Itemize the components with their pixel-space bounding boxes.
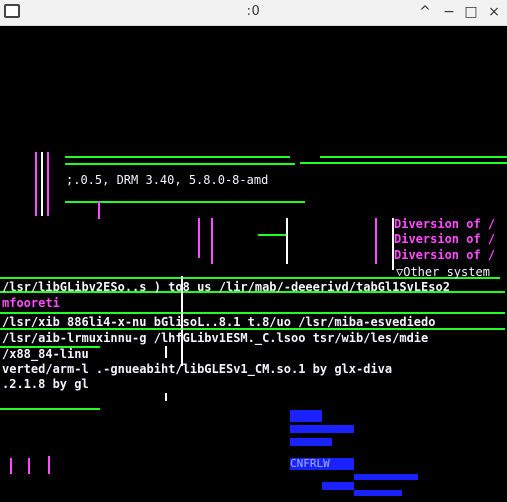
glitch-line (320, 156, 507, 158)
diversion-line: Diversion of / (394, 232, 496, 246)
glitch-line (65, 156, 290, 158)
glitch-line (300, 162, 507, 164)
minimize-button[interactable]: − (440, 3, 458, 21)
version-text: ;.0.5, DRM 3.40, 5.8.0-8-amd (66, 173, 269, 187)
glitch-bar (48, 456, 50, 474)
glitch-block (290, 438, 332, 446)
glitch-block (354, 474, 418, 480)
glitch-block: CNFRLW (290, 458, 354, 470)
glitch-bar (198, 218, 200, 258)
glitch-bar (165, 393, 167, 401)
log-line: .2.1.8 by gl (2, 377, 89, 391)
close-button[interactable]: × (485, 3, 503, 21)
other-system-text: ▽Other system (396, 265, 490, 279)
shade-button[interactable]: ^ (416, 3, 434, 21)
log-line: verted/arm-l .-gnueabiht/libGLESv1_CM.so… (2, 362, 393, 376)
maximize-button[interactable]: □ (462, 3, 480, 21)
other-system-label: Other system (403, 265, 490, 279)
glitch-bar (286, 218, 288, 264)
glitch-bar (41, 152, 43, 216)
glitch-bar (165, 346, 167, 358)
glitch-line (0, 408, 100, 410)
diversion-line: Diversion of / (394, 217, 496, 231)
glitch-block (290, 410, 322, 422)
log-line: /lsr/aib-lrmuxinnu-g /lhfGLibv1ESM._C.ls… (2, 331, 429, 345)
garbled-display-area: ;.0.5, DRM 3.40, 5.8.0-8-amd Diversion o… (0, 26, 507, 502)
log-line: /x88_84-linu (2, 347, 89, 361)
glitch-bar (35, 152, 37, 216)
log-line: /lsr/xib 886li4-x-nu bGlisoL..8.1 t.8/uo… (2, 315, 436, 329)
glitch-bar (47, 152, 49, 216)
diversion-line: Diversion of / (394, 248, 496, 262)
glitch-line (65, 163, 295, 165)
glitch-line (0, 312, 505, 314)
log-line: /lsr/libGLibv2ESo..s ) to8 us /lir/mab/-… (2, 280, 450, 294)
glitch-bar (211, 218, 213, 264)
glitch-line (258, 234, 286, 236)
window-titlebar: :0 ^ − □ × (0, 0, 507, 26)
glitch-bar (98, 201, 100, 219)
glitch-bar (10, 458, 12, 474)
glitch-block (354, 490, 402, 496)
log-line: mfooreti (2, 296, 60, 310)
glitch-bar (375, 218, 377, 264)
glitch-bar (28, 458, 30, 474)
glitch-block (322, 482, 354, 490)
glitch-label: CNFRLW (290, 458, 330, 470)
glitch-block (290, 425, 354, 433)
glitch-line (65, 201, 305, 203)
